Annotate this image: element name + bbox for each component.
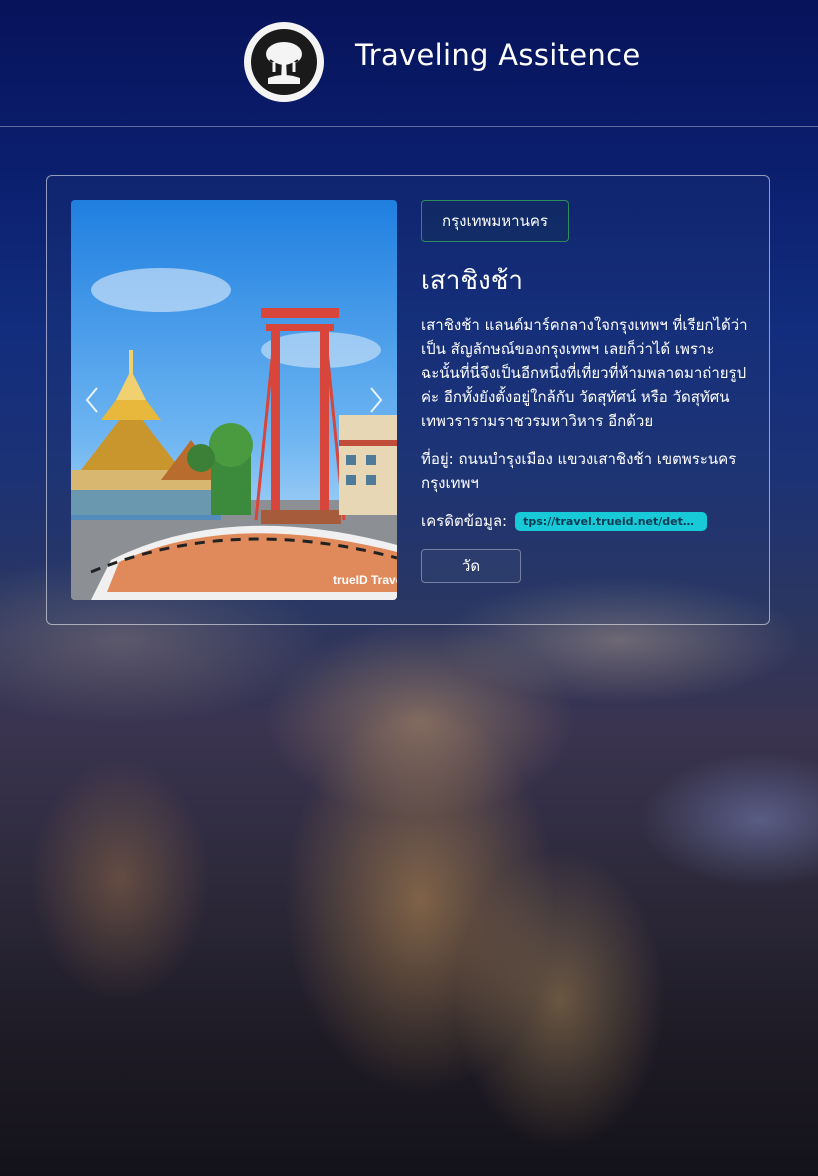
carousel-next-button[interactable] [361,380,391,420]
place-name: เสาชิงช้า [421,266,523,296]
giant-swing-photo: trueID Travel [71,200,397,600]
photo-carousel[interactable]: trueID Travel [71,200,397,600]
chevron-left-icon [85,387,98,413]
header: Traveling Assitence [0,0,818,127]
credit-link[interactable]: tps://travel.trueid.net/detail/pepl... [515,511,708,531]
carousel-prev-button[interactable] [77,380,107,420]
credit-label: เครดิตข้อมูล: [421,512,508,530]
province-badge[interactable]: กรุงเทพมหานคร [421,200,569,242]
credit-row: เครดิตข้อมูล: tps://travel.trueid.net/de… [421,509,751,533]
chevron-right-icon [370,387,383,413]
app-title: Traveling Assitence [355,38,641,72]
app-logo[interactable] [244,22,324,102]
place-description: เสาชิงช้า แลนด์มาร์คกลางใจกรุงเทพฯ ที่เร… [421,316,748,430]
tree-logo-icon [251,29,317,95]
place-card: trueID Travel กรุงเทพมหานคร เสาชิงช้า เส… [46,175,770,625]
category-tag-button[interactable]: วัด [421,549,521,583]
place-address: ที่อยู่: ถนนบำรุงเมือง แขวงเสาชิงช้า เขต… [421,450,737,492]
place-info: กรุงเทพมหานคร เสาชิงช้า เสาชิงช้า แลนด์ม… [421,200,751,583]
photo-watermark: trueID Travel [333,573,397,587]
